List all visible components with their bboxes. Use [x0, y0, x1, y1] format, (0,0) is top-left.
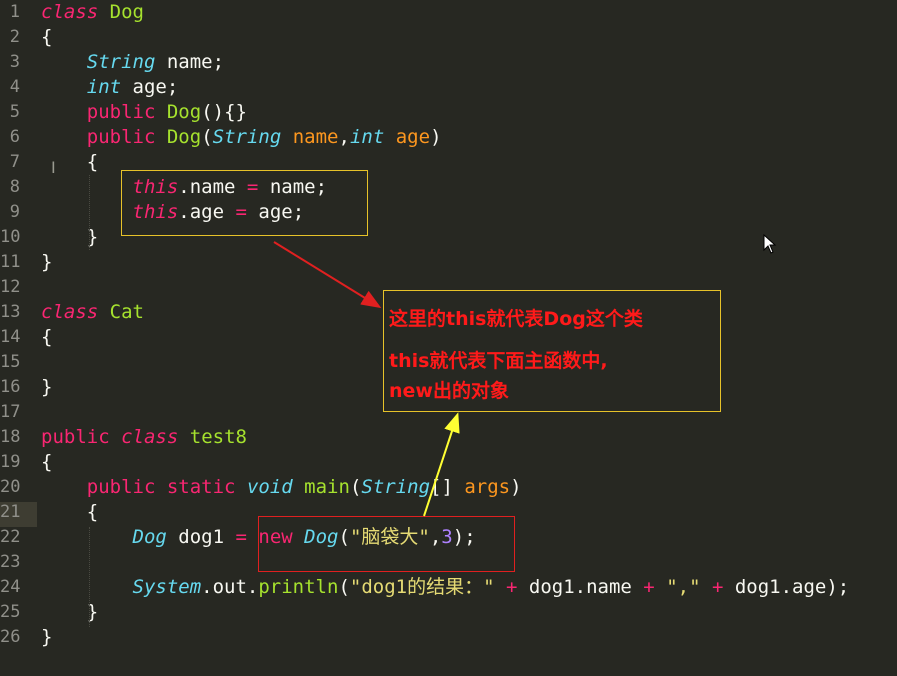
note-line-3: new出的对象: [389, 380, 509, 402]
note-line-1: 这里的this就代表Dog这个类: [389, 308, 643, 330]
red-arrow: [273, 241, 382, 309]
code-editor[interactable]: 1 2 3 4 5 6 7 8 9 10 11 12 13 14 15 16 17 18 19 20 21 22 23 24 2…: [0, 0, 897, 676]
explanation-note: 这里的this就代表Dog这个类 this就代表下面主函数中, new出的对象: [383, 290, 721, 412]
note-line-2: this就代表下面主函数中,: [389, 350, 608, 372]
text-cursor-icon: I: [51, 158, 56, 177]
mouse-pointer-icon: [763, 234, 777, 254]
yellow-arrow: [423, 412, 460, 517]
